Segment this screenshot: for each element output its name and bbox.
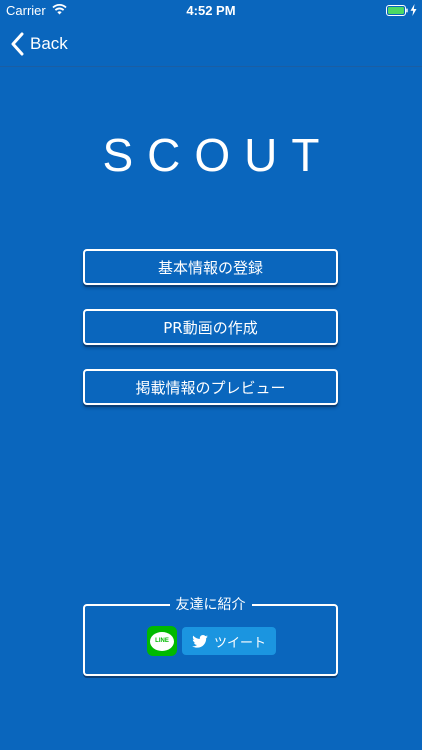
app-screen: Carrier 4:52 PM Back SCOUT 基本情報の登録 PR動画の… [0,0,422,750]
preview-listing-button[interactable]: 掲載情報のプレビュー [83,369,338,405]
status-clock: 4:52 PM [186,3,236,18]
share-panel-title: 友達に紹介 [85,594,336,614]
charging-bolt-icon [410,4,417,16]
status-bar: Carrier 4:52 PM [0,0,422,22]
navigation-bar: Back [0,22,422,67]
create-pr-video-button[interactable]: PR動画の作成 [83,309,338,345]
back-button[interactable]: Back [10,30,68,58]
line-icon: LINE [150,631,174,651]
line-share-button[interactable]: LINE [147,626,177,656]
tweet-button[interactable]: ツイート [182,627,276,655]
register-basic-info-button[interactable]: 基本情報の登録 [83,249,338,285]
tweet-label: ツイート [213,635,266,651]
scout-logo: SCOUT [102,129,334,181]
chevron-left-icon [11,32,24,56]
back-label: Back [30,34,68,53]
battery-icon [386,5,408,16]
line-logo-text: LINE [155,638,169,644]
share-panel: 友達に紹介 LINE ツイート [83,597,338,676]
share-title-label: 友達に紹介 [169,597,252,613]
twitter-bird-icon [192,634,208,648]
